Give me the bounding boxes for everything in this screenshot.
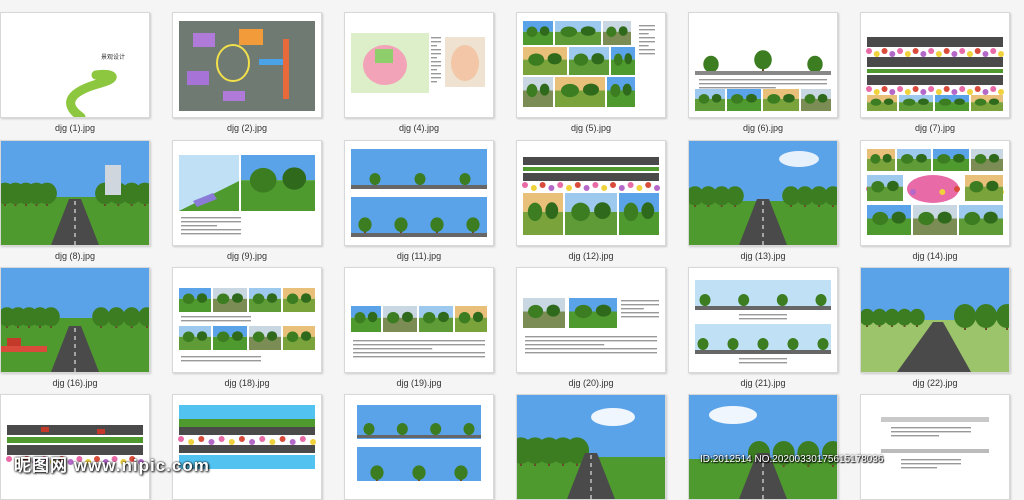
file-thumbnail[interactable]: 景观设计 <box>0 12 150 118</box>
file-thumbnail[interactable] <box>172 394 322 500</box>
file-name: djg (5).jpg <box>570 123 612 133</box>
file-thumbnail[interactable] <box>860 12 1010 118</box>
file-thumbnail[interactable] <box>344 394 494 500</box>
file-name: djg (4).jpg <box>398 123 440 133</box>
file-thumbnail[interactable] <box>516 267 666 373</box>
file-name: djg (7).jpg <box>914 123 956 133</box>
file-thumbnail[interactable] <box>860 140 1010 246</box>
file-name: djg (20).jpg <box>568 378 614 388</box>
file-name: djg (2).jpg <box>226 123 268 133</box>
file-thumbnail[interactable] <box>0 267 150 373</box>
thumbnail-grid: 景观设计 djg (1).jpg djg (2).jpg djg (4).jpg… <box>0 0 1024 500</box>
file-thumbnail[interactable] <box>172 12 322 118</box>
file-name: djg (6).jpg <box>742 123 784 133</box>
file-thumbnail[interactable] <box>344 12 494 118</box>
file-thumbnail[interactable] <box>860 394 1010 500</box>
file-thumbnail[interactable] <box>0 140 150 246</box>
site-watermark: 昵图网 www.nipic.com <box>14 456 210 475</box>
file-thumbnail[interactable] <box>688 267 838 373</box>
file-name: djg (22).jpg <box>912 378 958 388</box>
file-thumbnail[interactable] <box>344 140 494 246</box>
file-thumbnail[interactable] <box>516 12 666 118</box>
file-name: djg (12).jpg <box>568 251 614 261</box>
file-thumbnail[interactable] <box>688 140 838 246</box>
file-name: djg (19).jpg <box>396 378 442 388</box>
file-name: djg (16).jpg <box>52 378 98 388</box>
file-name: djg (9).jpg <box>226 251 268 261</box>
file-name: djg (18).jpg <box>224 378 270 388</box>
file-thumbnail[interactable] <box>172 140 322 246</box>
file-thumbnail[interactable] <box>172 267 322 373</box>
file-thumbnail[interactable] <box>688 12 838 118</box>
file-thumbnail[interactable] <box>516 140 666 246</box>
file-thumbnail[interactable] <box>860 267 1010 373</box>
file-thumbnail[interactable] <box>688 394 838 500</box>
file-name: djg (11).jpg <box>396 251 442 261</box>
file-name: djg (1).jpg <box>54 123 96 133</box>
file-thumbnail[interactable] <box>0 394 150 500</box>
cover-title: 景观设计 <box>101 53 125 61</box>
file-name: djg (8).jpg <box>54 251 96 261</box>
id-watermark: ID:2012514 NO:20200330175615178036 <box>700 454 884 465</box>
file-name: djg (14).jpg <box>912 251 958 261</box>
file-thumbnail[interactable] <box>344 267 494 373</box>
file-thumbnail[interactable] <box>516 394 666 500</box>
file-name: djg (13).jpg <box>740 251 786 261</box>
file-name: djg (21).jpg <box>740 378 786 388</box>
